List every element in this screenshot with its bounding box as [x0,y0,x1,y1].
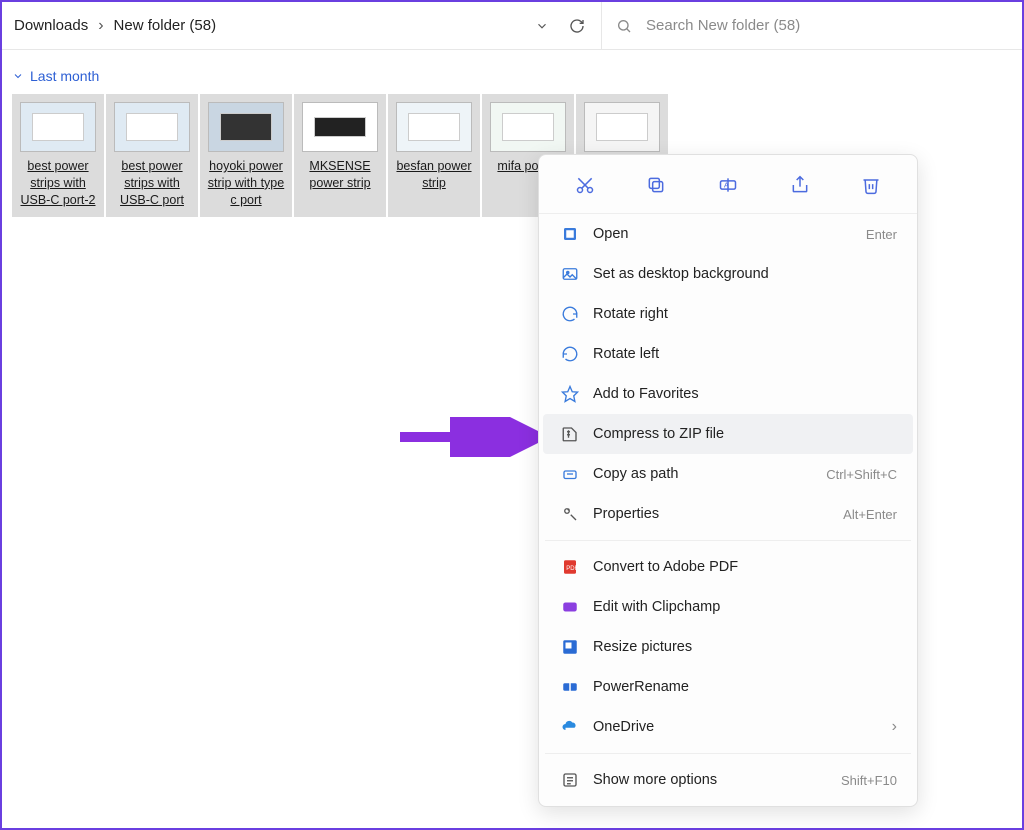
copy-path-icon [559,465,581,483]
ctx-label: Resize pictures [593,639,897,655]
breadcrumb-current[interactable]: New folder (58) [110,13,221,38]
annotation-arrow-icon [396,417,546,457]
wallpaper-icon [559,265,581,283]
ctx-label: Rotate left [593,346,897,362]
ctx-add-favorites[interactable]: Add to Favorites [543,374,913,414]
thumbnail [114,102,190,152]
ctx-open[interactable]: Open Enter [543,214,913,254]
ctx-accel: Ctrl+Shift+C [826,467,897,482]
submenu-chevron-icon: › [892,718,897,736]
address-search-bar: Downloads › New folder (58) [2,2,1022,50]
ctx-show-more-options[interactable]: Show more options Shift+F10 [543,760,913,800]
search-icon [616,18,632,34]
ctx-onedrive[interactable]: OneDrive › [543,707,913,747]
file-item[interactable]: besfan power strip [388,94,480,217]
share-icon[interactable] [784,169,816,201]
thumbnail [396,102,472,152]
thumbnail [584,102,660,152]
clipchamp-icon [559,598,581,616]
ctx-label: Properties [593,506,843,522]
more-options-icon [559,771,581,789]
properties-icon [559,505,581,523]
ctx-set-desktop-background[interactable]: Set as desktop background [543,254,913,294]
thumbnail [208,102,284,152]
context-toolbar: A [539,155,917,214]
pdf-icon: PDF [559,558,581,576]
thumbnail [20,102,96,152]
context-menu-separator [545,540,911,541]
file-item[interactable]: MKSENSE power strip [294,94,386,217]
onedrive-icon [559,718,581,736]
file-name: MKSENSE power strip [298,158,382,192]
file-item[interactable]: hoyoki power strip with type c port [200,94,292,217]
context-menu: A Open Enter Set as desktop background R… [538,154,918,807]
ctx-accel: Enter [866,227,897,242]
group-label: Last month [30,68,99,84]
delete-icon[interactable] [855,169,887,201]
ctx-label: Edit with Clipchamp [593,599,897,615]
ctx-label: OneDrive [593,719,892,735]
star-icon [559,385,581,403]
rotate-right-icon [559,305,581,323]
ctx-label: Convert to Adobe PDF [593,559,897,575]
file-item[interactable]: best power strips with USB-C port-2 [12,94,104,217]
svg-text:PDF: PDF [566,566,578,572]
file-item[interactable]: best power strips with USB-C port [106,94,198,217]
breadcrumb-root[interactable]: Downloads [10,13,92,38]
ctx-copy-as-path[interactable]: Copy as path Ctrl+Shift+C [543,454,913,494]
rename-icon[interactable]: A [712,169,744,201]
copy-icon[interactable] [640,169,672,201]
resize-icon [559,638,581,656]
ctx-properties[interactable]: Properties Alt+Enter [543,494,913,534]
ctx-convert-adobe-pdf[interactable]: PDF Convert to Adobe PDF [543,547,913,587]
ctx-accel: Alt+Enter [843,507,897,522]
breadcrumb-bar[interactable]: Downloads › New folder (58) [2,2,602,49]
ctx-label: Show more options [593,772,841,788]
context-menu-separator [545,753,911,754]
ctx-accel: Shift+F10 [841,773,897,788]
ctx-edit-clipchamp[interactable]: Edit with Clipchamp [543,587,913,627]
search-box[interactable] [602,2,1022,49]
ctx-rotate-right[interactable]: Rotate right [543,294,913,334]
ctx-rotate-left[interactable]: Rotate left [543,334,913,374]
search-input[interactable] [646,17,1022,34]
thumbnail [302,102,378,152]
ctx-label: Rotate right [593,306,897,322]
svg-text:A: A [724,181,729,190]
thumbnail [490,102,566,152]
ctx-label: PowerRename [593,679,897,695]
chevron-down-icon [12,70,24,82]
file-name: hoyoki power strip with type c port [204,158,288,209]
ctx-label: Add to Favorites [593,386,897,402]
ctx-label: Copy as path [593,466,826,482]
file-name: besfan power strip [392,158,476,192]
ctx-label: Open [593,226,866,242]
rotate-left-icon [559,345,581,363]
file-name: best power strips with USB-C port [110,158,194,209]
history-dropdown-icon[interactable] [535,19,549,33]
ctx-resize-pictures[interactable]: Resize pictures [543,627,913,667]
ctx-label: Compress to ZIP file [593,426,897,442]
ctx-compress-zip[interactable]: Compress to ZIP file [543,414,913,454]
zip-icon [559,425,581,443]
ctx-powerrename[interactable]: PowerRename [543,667,913,707]
powerrename-icon [559,678,581,696]
breadcrumb-separator-icon: › [98,17,103,35]
refresh-icon[interactable] [569,18,585,34]
ctx-label: Set as desktop background [593,266,897,282]
open-icon [559,225,581,243]
file-name: best power strips with USB-C port-2 [16,158,100,209]
group-header-last-month[interactable]: Last month [12,64,1012,94]
cut-icon[interactable] [569,169,601,201]
